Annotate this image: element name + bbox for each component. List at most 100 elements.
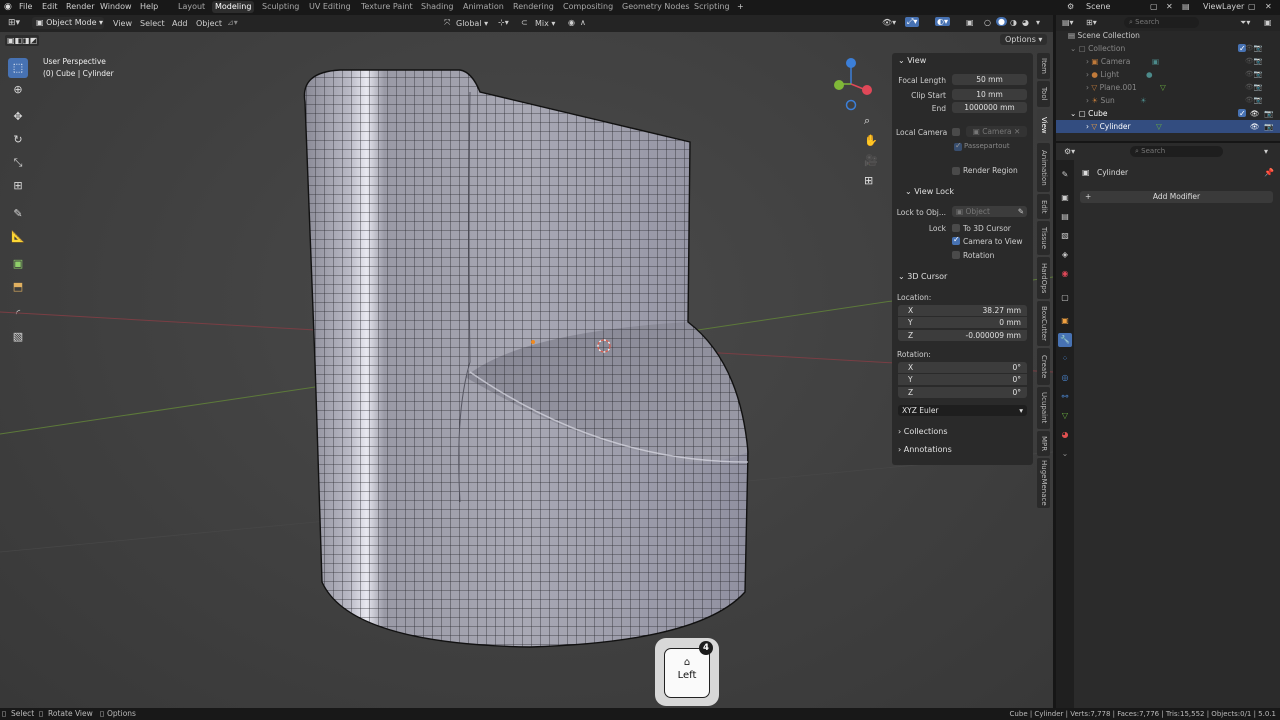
tab-shading[interactable]: Shading bbox=[421, 2, 454, 11]
sidebar-tab-hugemenace[interactable]: HugeMenace bbox=[1037, 458, 1050, 508]
view-layer-new-icon[interactable]: ▢ bbox=[1248, 2, 1256, 11]
view-lock-section-header[interactable]: ⌄ View Lock bbox=[905, 187, 954, 196]
tab-rendering[interactable]: Rendering bbox=[513, 2, 554, 11]
cylinder-render-icon[interactable]: 📷 bbox=[1264, 120, 1273, 133]
properties-editor-icon[interactable]: ⚙▾ bbox=[1064, 147, 1075, 156]
outliner-search[interactable]: ⌕ Search bbox=[1124, 17, 1199, 28]
cursor-location-x-field[interactable]: X 38.27 mm bbox=[898, 305, 1027, 316]
properties-search[interactable]: ⌕ Search bbox=[1130, 146, 1223, 157]
sidebar-tab-edit[interactable]: Edit bbox=[1037, 194, 1050, 219]
wireframe-shading-icon[interactable]: ○ bbox=[984, 18, 991, 27]
view-layer-remove-icon[interactable]: ✕ bbox=[1265, 2, 1272, 11]
passepartout-checkbox[interactable] bbox=[954, 141, 962, 151]
outliner-scene-collection[interactable]: ▤ Scene Collection bbox=[1056, 29, 1280, 42]
local-camera-checkbox[interactable] bbox=[952, 128, 960, 136]
outliner-filter-icon[interactable]: ⏷▾ bbox=[1240, 18, 1250, 28]
snap-icon[interactable]: ⊂ bbox=[521, 18, 528, 27]
menu-file[interactable]: File bbox=[19, 2, 32, 11]
view-layer-tab-icon[interactable]: ▧ bbox=[1058, 229, 1072, 243]
shading-options-icon[interactable]: ▾ bbox=[1036, 18, 1040, 27]
view-layer-icon[interactable]: ▤ bbox=[1182, 2, 1190, 11]
sidebar-tab-boxcutter[interactable]: BoxCutter bbox=[1037, 301, 1050, 346]
sidebar-tab-tool[interactable]: Tool bbox=[1037, 81, 1050, 107]
visibility-icon[interactable]: 👁▾ bbox=[882, 18, 896, 27]
gpencil-icon[interactable]: ⊿▾ bbox=[227, 18, 238, 27]
pan-hand-icon[interactable]: ✋ bbox=[864, 134, 878, 147]
cube-render-icon[interactable]: 📷 bbox=[1264, 107, 1273, 120]
modifier-tab-icon[interactable]: 🔧 bbox=[1058, 333, 1072, 347]
navigation-gizmo[interactable] bbox=[834, 58, 872, 111]
data-tab-icon[interactable]: ▽ bbox=[1058, 409, 1072, 423]
cursor-rotation-z-field[interactable]: Z 0° bbox=[898, 387, 1027, 398]
world-tab-icon[interactable]: ◉ bbox=[1058, 267, 1072, 281]
menu-view[interactable]: View bbox=[113, 19, 132, 28]
clip-end-field[interactable]: 1000000 mm bbox=[952, 102, 1027, 113]
tab-layout[interactable]: Layout bbox=[178, 2, 205, 11]
sidebar-tab-item[interactable]: Item bbox=[1037, 53, 1050, 79]
output-tab-icon[interactable]: ▤ bbox=[1058, 210, 1072, 224]
constraints-tab-icon[interactable]: ⚯ bbox=[1058, 390, 1072, 404]
tab-animation[interactable]: Animation bbox=[463, 2, 504, 11]
scene-icon[interactable]: ⚙ bbox=[1067, 2, 1074, 11]
cursor-rotation-y-field[interactable]: Y 0° bbox=[898, 374, 1027, 385]
lock-to-cursor-checkbox[interactable] bbox=[952, 224, 960, 232]
collections-section-header[interactable]: › Collections bbox=[898, 427, 948, 436]
tool-settings-tab-icon[interactable]: ✎ bbox=[1058, 168, 1072, 182]
proportional-edit-icon[interactable]: ◉ bbox=[568, 18, 575, 27]
sidebar-tab-mpr[interactable]: MPR bbox=[1037, 431, 1050, 456]
tab-sculpting[interactable]: Sculpting bbox=[262, 2, 299, 11]
xray-toggle-icon[interactable]: ▣ bbox=[966, 18, 974, 27]
cursor-location-y-field[interactable]: Y0 mm bbox=[898, 317, 1027, 328]
lock-rotation-checkbox[interactable] bbox=[952, 251, 960, 259]
cube-checkbox[interactable] bbox=[1238, 107, 1246, 120]
ortho-grid-icon[interactable]: ⊞ bbox=[864, 174, 873, 187]
cylinder-visibility-icon[interactable]: 👁 bbox=[1250, 120, 1260, 133]
tab-modeling[interactable]: Modeling bbox=[212, 1, 255, 13]
overlay-toggle-icon[interactable]: ◐▾ bbox=[935, 17, 950, 26]
tab-uv-editing[interactable]: UV Editing bbox=[309, 2, 351, 11]
menu-object[interactable]: Object bbox=[196, 19, 222, 28]
scene-tab-icon[interactable]: ◈ bbox=[1058, 248, 1072, 262]
view-section-header[interactable]: ⌄ View bbox=[898, 56, 926, 65]
cube-visibility-icon[interactable]: 👁 bbox=[1250, 107, 1260, 120]
rendered-shading-icon[interactable]: ◕ bbox=[1022, 18, 1029, 27]
scene-name[interactable]: Scene bbox=[1086, 2, 1110, 11]
menu-add[interactable]: Add bbox=[172, 19, 188, 28]
outliner-display-icon[interactable]: ⊞▾ bbox=[1086, 18, 1097, 27]
snap-mode-dropdown[interactable]: Mix ▾ bbox=[535, 19, 555, 28]
add-workspace-button[interactable]: + bbox=[737, 2, 744, 11]
material-tab-icon[interactable]: ◕ bbox=[1058, 428, 1072, 442]
physics-tab-icon[interactable]: ◎ bbox=[1058, 371, 1072, 385]
area-divider[interactable] bbox=[1053, 15, 1056, 708]
transform-orientation-dropdown[interactable]: Global ▾ bbox=[456, 19, 488, 28]
zoom-icon[interactable]: ⌕ bbox=[864, 114, 870, 128]
blender-logo-icon[interactable]: ◉ bbox=[4, 2, 12, 12]
tab-texture-paint[interactable]: Texture Paint bbox=[361, 2, 413, 11]
menu-help[interactable]: Help bbox=[140, 2, 158, 11]
sidebar-tab-hardops[interactable]: HardOps bbox=[1037, 257, 1050, 299]
object-tab-icon[interactable]: ▣ bbox=[1058, 314, 1072, 328]
view-layer-name[interactable]: ViewLayer bbox=[1203, 2, 1244, 11]
local-camera-field[interactable]: ▣ Camera ✕ bbox=[966, 126, 1027, 137]
texture-tab-icon[interactable]: ⌄ bbox=[1058, 447, 1072, 461]
outliner-editor-icon[interactable]: ▤▾ bbox=[1062, 18, 1074, 27]
eyedropper-icon[interactable]: ✎ bbox=[1018, 206, 1024, 217]
camera-view-icon[interactable]: 🎥 bbox=[864, 154, 878, 167]
menu-render[interactable]: Render bbox=[66, 2, 94, 11]
add-modifier-button[interactable]: + Add Modifier bbox=[1080, 191, 1273, 203]
outliner-item-cylinder[interactable]: › ▽ Cylinder ▽ 👁 📷 bbox=[1056, 120, 1280, 133]
tab-geometry-nodes[interactable]: Geometry Nodes bbox=[622, 2, 689, 11]
focal-length-field[interactable]: 50 mm bbox=[952, 74, 1027, 85]
sidebar-tab-ucupaint[interactable]: Ucupaint bbox=[1037, 387, 1050, 429]
sidebar-tab-view[interactable]: View bbox=[1037, 109, 1050, 141]
mode-dropdown[interactable]: ▣ Object Mode ▾ bbox=[32, 17, 104, 29]
material-shading-icon[interactable]: ◑ bbox=[1010, 18, 1017, 27]
3d-cursor-section-header[interactable]: ⌄ 3D Cursor bbox=[898, 272, 947, 281]
render-region-checkbox[interactable] bbox=[952, 167, 960, 175]
tab-scripting[interactable]: Scripting bbox=[694, 2, 730, 11]
transform-orientation-icon[interactable]: ⤧ bbox=[444, 18, 450, 28]
cursor-rotation-x-field[interactable]: X 0° bbox=[898, 362, 1027, 373]
cursor-location-z-field[interactable]: Z -0.000009 mm bbox=[898, 330, 1027, 341]
menu-window[interactable]: Window bbox=[100, 2, 132, 11]
particles-tab-icon[interactable]: ⁘ bbox=[1058, 352, 1072, 366]
